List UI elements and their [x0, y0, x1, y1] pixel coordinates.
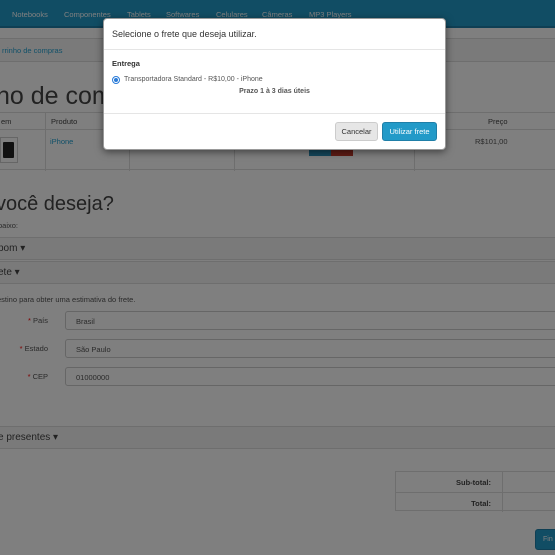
dialog-divider: [104, 113, 445, 114]
dialog-divider: [104, 49, 445, 50]
cancel-button[interactable]: Cancelar: [335, 122, 378, 141]
use-shipping-button[interactable]: Utilizar frete: [382, 122, 437, 141]
dialog-title: Selecione o frete que deseja utilizar.: [112, 29, 257, 39]
shipping-section-title: Entrega: [112, 59, 140, 68]
shipping-method-dialog: Selecione o frete que deseja utilizar. E…: [103, 18, 446, 150]
shipping-option-delivery-time: Prazo 1 à 3 dias úteis: [239, 88, 310, 95]
shipping-option-radio[interactable]: [112, 76, 120, 84]
shipping-option-label[interactable]: Transportadora Standard - R$10,00 - iPho…: [124, 76, 263, 83]
